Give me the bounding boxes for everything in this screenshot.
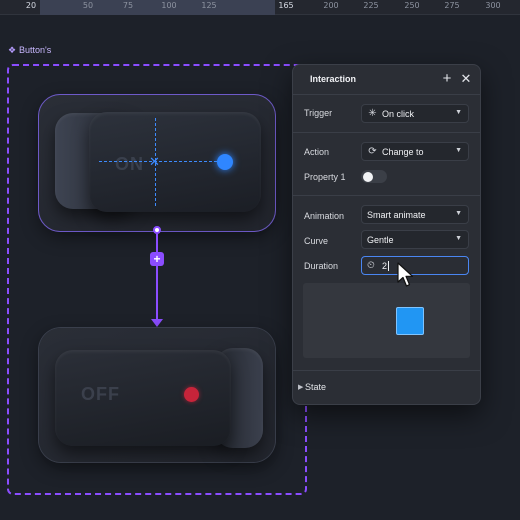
animation-select[interactable]: Smart animate ▼ [361, 205, 469, 224]
crosshair-icon: ✕ [149, 154, 160, 169]
curve-label: Curve [304, 236, 329, 246]
toggle-variant-on[interactable]: ON ✕ [38, 94, 276, 232]
chevron-down-icon: ▼ [455, 210, 462, 217]
action-label: Action [304, 147, 330, 157]
trigger-value: On click [382, 108, 415, 119]
divider [293, 195, 480, 196]
ruler-tick: 50 [82, 1, 94, 10]
curve-select[interactable]: Gentle ▼ [361, 230, 469, 249]
connector-handle[interactable] [153, 226, 161, 234]
led-indicator-off [184, 387, 199, 402]
chevron-down-icon: ▼ [455, 235, 462, 242]
chevron-down-icon: ▼ [455, 109, 462, 116]
frame-label-text: Button's [19, 45, 52, 55]
divider [293, 132, 480, 133]
duration-label: Duration [304, 261, 339, 271]
animation-label: Animation [304, 211, 345, 221]
duration-value: 2 [382, 260, 388, 271]
ruler-tick: 165 [278, 1, 294, 10]
ruler-tick: 75 [122, 1, 134, 10]
ruler-tick: 300 [485, 1, 501, 10]
off-label: OFF [81, 384, 120, 404]
close-icon[interactable]: ✕ [459, 72, 473, 86]
add-icon[interactable]: + [440, 71, 454, 86]
panel-header: Interaction + ✕ [293, 65, 480, 95]
tap-icon: ✳ [368, 108, 377, 119]
property-toggle[interactable] [361, 170, 387, 183]
toggle-variant-off[interactable]: OFF [39, 328, 275, 462]
prototype-connection-line[interactable] [156, 234, 158, 322]
trigger-select[interactable]: ✳ On click ▼ [361, 104, 469, 123]
text-caret [388, 260, 390, 271]
curve-value: Gentle [367, 234, 394, 245]
ruler-tick: 20 [25, 1, 37, 10]
toggle-knob [363, 171, 373, 182]
duration-input[interactable]: ⏲ 2 [361, 256, 469, 275]
trigger-label: Trigger [304, 108, 333, 118]
animation-preview [303, 283, 470, 358]
state-section[interactable]: ▶ State [293, 373, 480, 403]
chevron-right-icon: ▶ [298, 384, 304, 391]
interaction-panel: Interaction + ✕ Trigger ✳ On click ▼ Act… [292, 64, 481, 405]
ruler-tick: 125 [201, 1, 217, 10]
ruler-tick: 200 [323, 1, 339, 10]
chevron-down-icon: ▼ [455, 147, 462, 154]
frame-label[interactable]: ❖ Button's [8, 45, 51, 55]
connection-arrow-icon [151, 319, 163, 327]
action-value: Change to [382, 146, 424, 157]
led-indicator-on [217, 154, 233, 170]
panel-title: Interaction [310, 74, 357, 84]
ruler-tick: 275 [444, 1, 460, 10]
top-ruler: 20 50 75 100 125 165 200 225 250 275 300 [0, 0, 520, 15]
ruler-selection-range [40, 0, 275, 15]
ruler-tick: 225 [363, 1, 379, 10]
add-interaction-button[interactable]: + [150, 252, 164, 266]
mouse-cursor-icon [397, 262, 414, 287]
on-label: ON [115, 154, 144, 174]
divider [293, 370, 480, 371]
property-label: Property 1 [304, 172, 346, 182]
component-icon: ❖ [8, 45, 17, 55]
timer-icon: ⏲ [367, 260, 375, 271]
swap-icon: ⟳ [368, 146, 377, 157]
state-label: State [305, 382, 327, 392]
preview-square [396, 307, 424, 335]
animation-value: Smart animate [367, 209, 426, 220]
ruler-tick: 100 [161, 1, 177, 10]
ruler-tick: 250 [404, 1, 420, 10]
action-select[interactable]: ⟳ Change to ▼ [361, 142, 469, 161]
